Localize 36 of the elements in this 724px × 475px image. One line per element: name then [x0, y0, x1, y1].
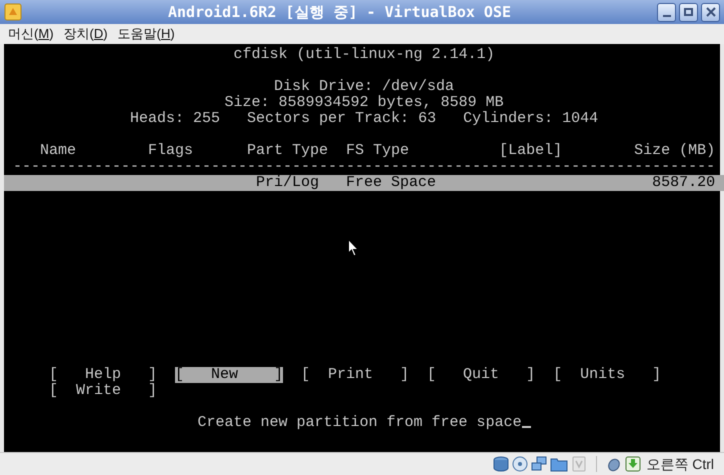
menu-item[interactable]: 머신(M) [8, 24, 54, 44]
close-icon [706, 7, 716, 17]
disk-info-text: Heads: 255 Sectors per Track: 63 Cylinders: 1044 [130, 110, 598, 127]
column-header: Size (MB) [634, 142, 716, 159]
table-cell: Free Space [346, 174, 436, 191]
disk-info-text: Size: 8589934592 bytes, 8589 MB [224, 94, 504, 111]
table-row[interactable]: Pri/Log Free Space 8587.20 [4, 175, 724, 191]
hard-disk-icon[interactable] [493, 456, 510, 472]
column-header: Name [40, 142, 76, 159]
menu-button[interactable]: [ Quit ] [427, 367, 536, 383]
table-cell: Pri/Log [256, 174, 320, 191]
close-button[interactable] [701, 2, 720, 22]
column-header: [Label] [499, 142, 562, 159]
menu-item[interactable]: 도움말(H) [118, 24, 175, 44]
column-header: FS Type [346, 142, 410, 159]
separator-line: ------------------------------------------------------------------------------ [13, 158, 716, 175]
menu-item[interactable]: 장치(D) [64, 24, 108, 44]
maximize-button[interactable] [679, 2, 698, 22]
menu-button[interactable]: [ Print ] [301, 367, 410, 383]
disc-icon[interactable] [512, 456, 528, 472]
menu-button[interactable]: [ Help ] [49, 367, 158, 383]
window-title: Android1.6R2 [실행 중] - VirtualBox OSE [168, 2, 511, 23]
disk-info-text: Disk Drive: /dev/sda [274, 78, 454, 95]
minimize-button[interactable] [657, 2, 676, 22]
program-heading: cfdisk (util-linux-ng 2.14.1) [234, 46, 495, 63]
host-key-label: 오른쪽 Ctrl [646, 454, 714, 474]
menu-button[interactable]: [ New ] [175, 367, 284, 383]
mouse-icon[interactable] [606, 456, 622, 472]
menu-button[interactable]: [ Write ] [49, 383, 158, 399]
menu-button[interactable]: [ Units ] [553, 367, 662, 383]
column-header: Part Type [247, 142, 328, 159]
network-icon[interactable] [531, 456, 548, 472]
status-message: Create new partition from free space [198, 415, 522, 431]
table-cell: 8587.20 [652, 174, 716, 191]
column-header: Flags [148, 142, 194, 159]
pointer-icon [348, 239, 359, 257]
